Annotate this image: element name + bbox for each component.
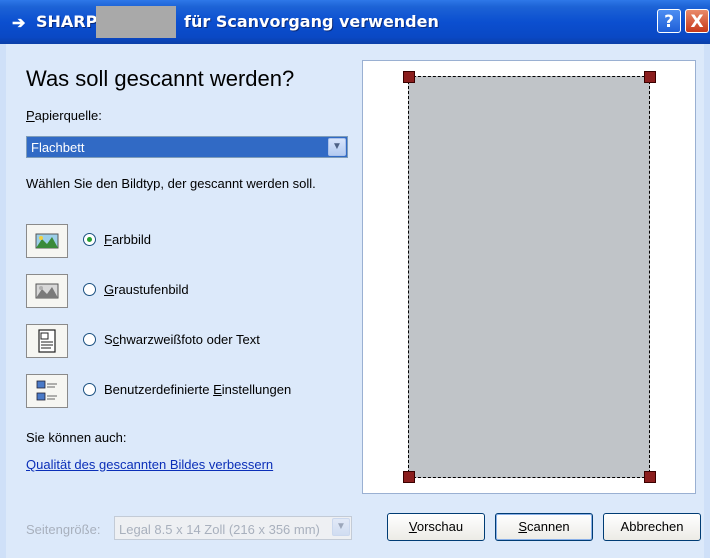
grayscale-photo-icon[interactable] <box>26 274 68 308</box>
option-custom-label: Benutzerdefinierte Einstellungen <box>104 382 292 397</box>
title-prefix: SHARP <box>36 12 98 31</box>
scan-dialog: ➔ SHARP für Scanvorgang verwenden ? X Wa… <box>0 0 710 558</box>
close-button[interactable]: X <box>685 9 709 33</box>
page-title: Was soll gescannt werden? <box>26 66 295 91</box>
option-grayscale-label: Graustufenbild <box>104 282 189 297</box>
radio-custom[interactable] <box>83 383 96 396</box>
page-size-value: Legal 8.5 x 14 Zoll (216 x 356 mm) <box>119 522 320 537</box>
bw-text-icon[interactable] <box>26 324 68 358</box>
also-label: Sie können auch: <box>26 430 127 445</box>
crop-handle-bottom-right[interactable] <box>644 471 656 483</box>
improve-quality-link[interactable]: Qualität des gescannten Bildes verbesser… <box>26 457 273 472</box>
scan-button[interactable]: Scannen <box>495 513 593 541</box>
chevron-down-icon[interactable]: ▼ <box>332 518 350 536</box>
image-type-prompt: Wählen Sie den Bildtyp, der gescannt wer… <box>26 176 316 191</box>
option-color-label: Farbbild <box>104 232 151 247</box>
option-bw-text-label: Schwarzweißfoto oder Text <box>104 332 260 347</box>
crop-handle-top-right[interactable] <box>644 71 656 83</box>
page-size-select[interactable]: Legal 8.5 x 14 Zoll (216 x 356 mm) ▼ <box>114 516 352 540</box>
scan-area-selection[interactable] <box>408 76 650 478</box>
paper-source-label: Papierquelle: <box>26 108 102 123</box>
custom-settings-icon[interactable] <box>26 374 68 408</box>
cancel-button[interactable]: Abbrechen <box>603 513 701 541</box>
title-suffix: für Scanvorgang verwenden <box>184 12 439 31</box>
radio-grayscale[interactable] <box>83 283 96 296</box>
radio-color[interactable] <box>83 233 96 246</box>
color-photo-icon[interactable] <box>26 224 68 258</box>
title-bar[interactable]: ➔ SHARP für Scanvorgang verwenden ? X <box>0 0 710 44</box>
redacted-device-name <box>96 6 176 38</box>
preview-button[interactable]: Vorschau <box>387 513 485 541</box>
paper-source-select[interactable]: Flachbett ▼ <box>26 136 348 158</box>
scanner-arrow-icon: ➔ <box>12 15 26 32</box>
paper-source-value: Flachbett <box>31 140 85 155</box>
chevron-down-icon[interactable]: ▼ <box>328 138 346 156</box>
page-size-label: Seitengröße: <box>26 522 101 537</box>
crop-handle-top-left[interactable] <box>403 71 415 83</box>
radio-bw-text[interactable] <box>83 333 96 346</box>
crop-handle-bottom-left[interactable] <box>403 471 415 483</box>
help-button[interactable]: ? <box>657 9 681 33</box>
